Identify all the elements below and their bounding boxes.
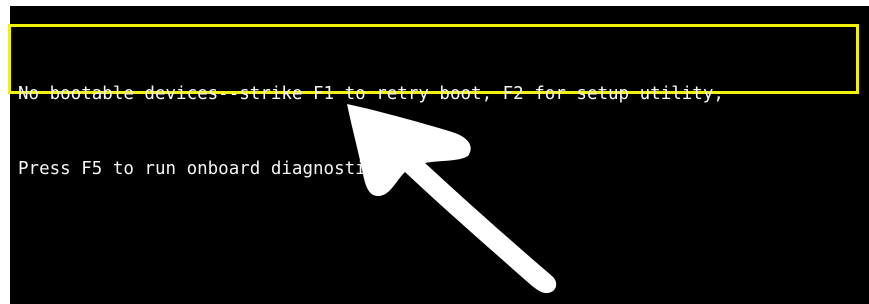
boot-error-line-2: Press F5 to run onboard diagnostics [18,159,387,179]
boot-error-message: No bootable devices--strike F1 to retry … [18,32,863,207]
boot-error-line-1: No bootable devices--strike F1 to retry … [18,84,724,104]
